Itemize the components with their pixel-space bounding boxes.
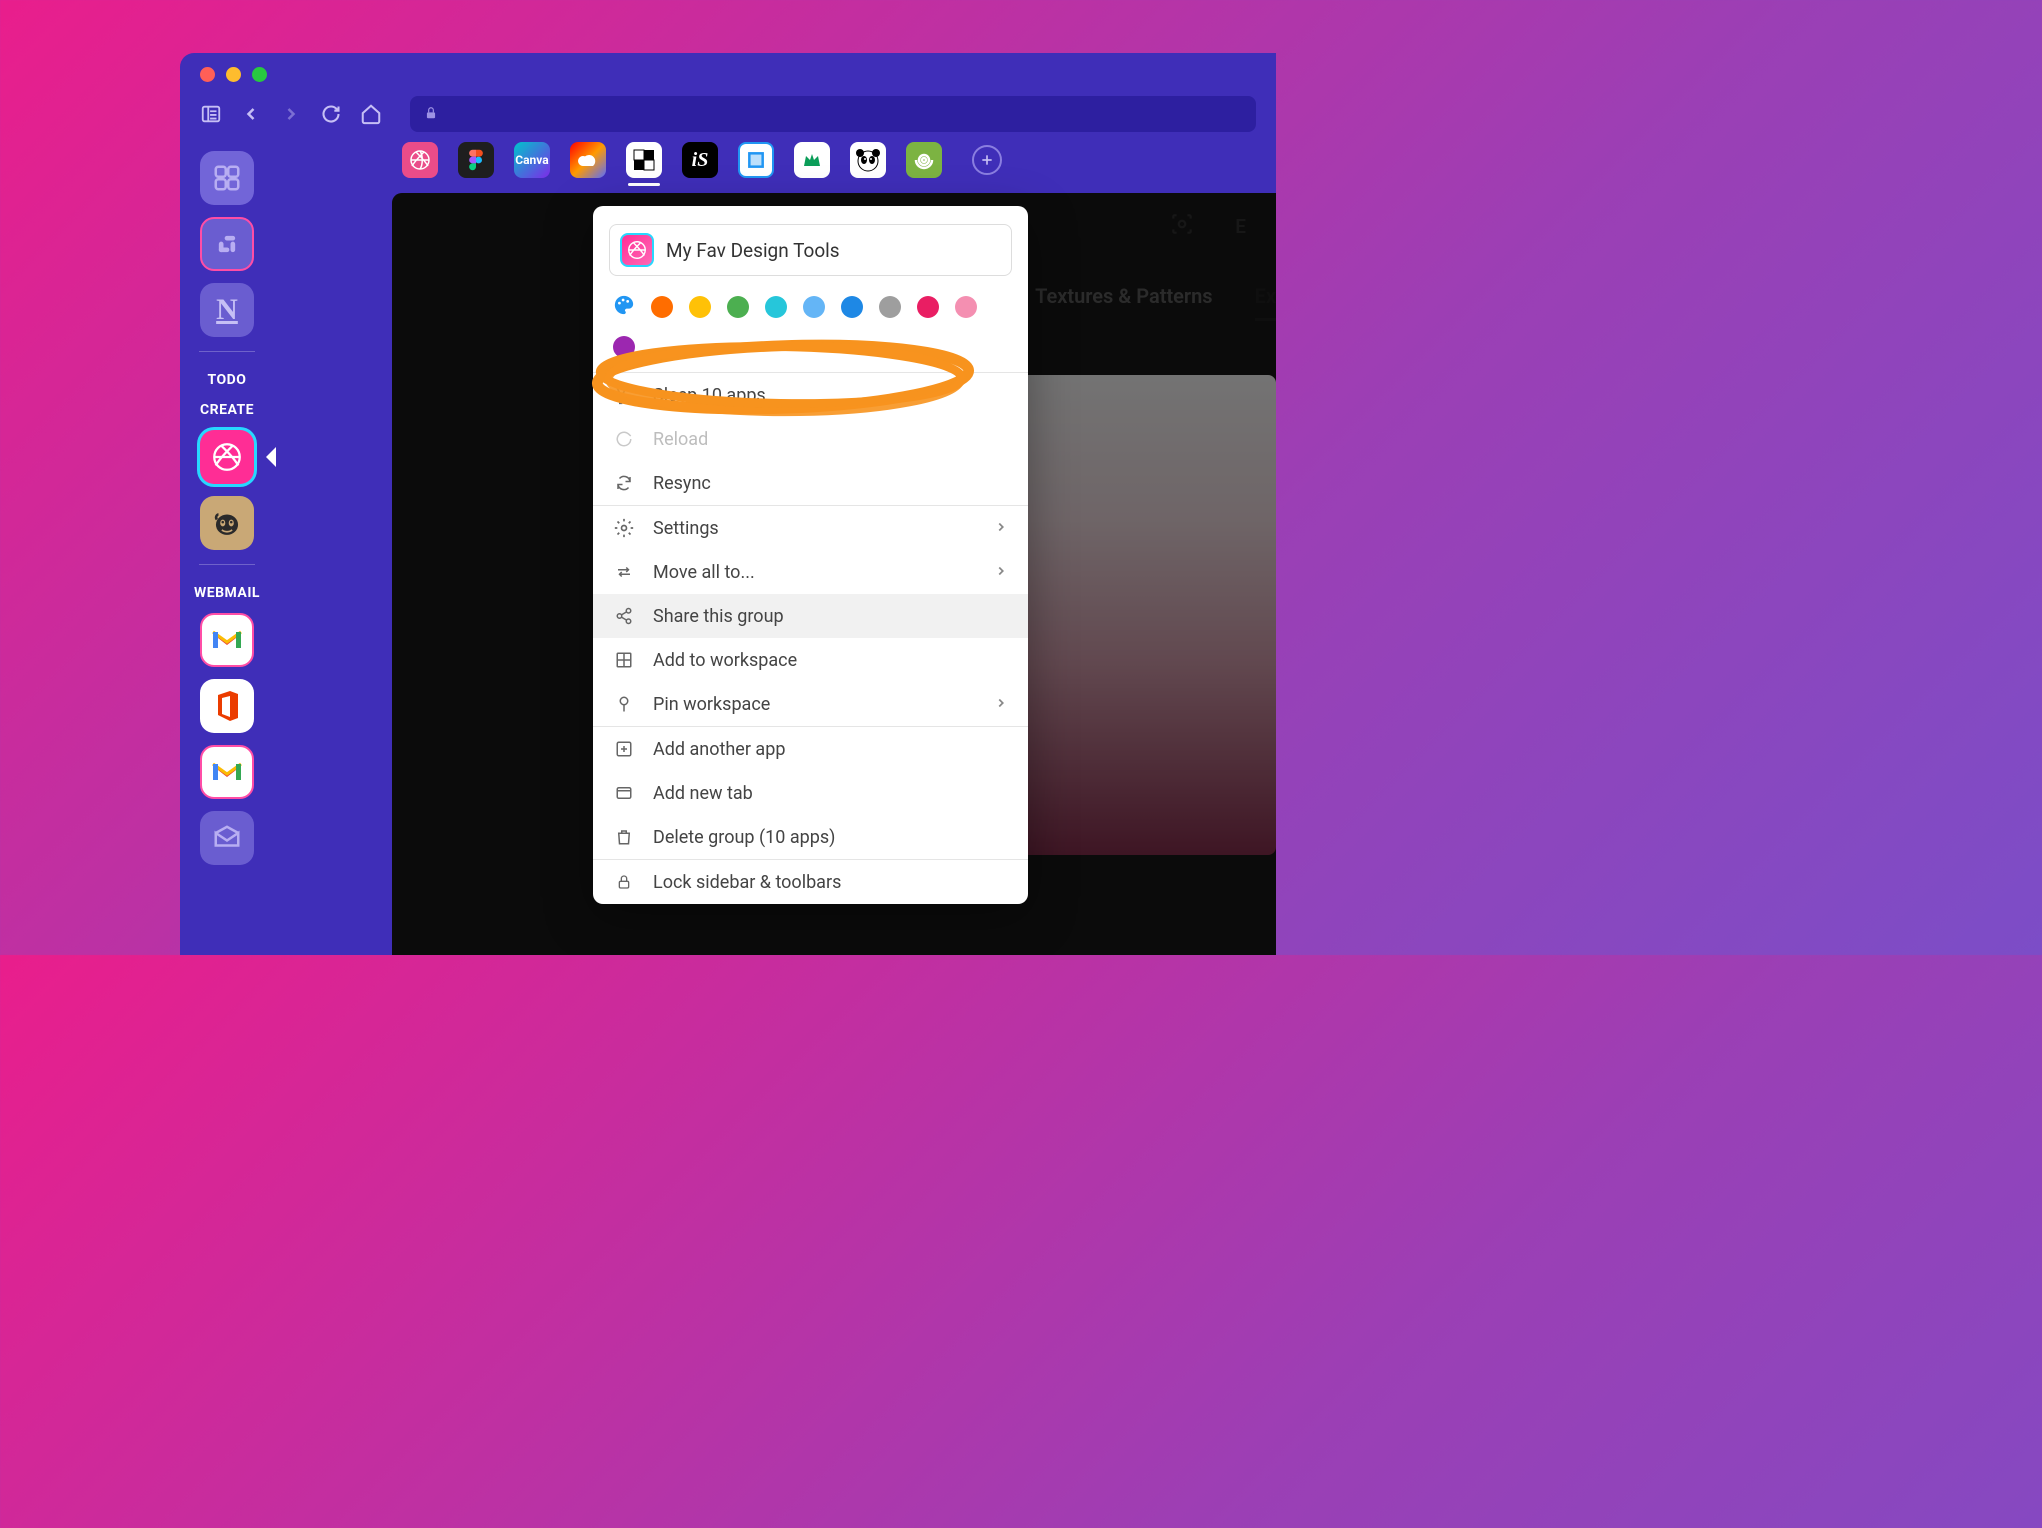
menu-label: Add to workspace [653, 650, 797, 671]
grid-icon [613, 649, 635, 671]
address-bar[interactable] [410, 96, 1256, 132]
menu-delete-group[interactable]: Delete group (10 apps) [593, 815, 1028, 859]
color-picker-row [593, 286, 1028, 372]
menu-label: Settings [653, 518, 719, 539]
close-window-button[interactable] [200, 67, 215, 82]
sidebar-label-webmail: WEBMAIL [194, 585, 260, 601]
color-swatch-teal[interactable] [765, 296, 787, 318]
menu-label: Delete group (10 apps) [653, 827, 835, 848]
color-swatch-gray[interactable] [879, 296, 901, 318]
menu-label: Add another app [653, 739, 785, 760]
menu-label: Lock sidebar & toolbars [653, 872, 841, 893]
tab-strip: Canva iS [180, 142, 1276, 188]
move-icon [613, 561, 635, 583]
menu-reload[interactable]: Reload [593, 417, 1028, 461]
back-icon[interactable] [240, 103, 262, 125]
tab-delicious[interactable] [626, 142, 662, 178]
menu-lock-sidebar[interactable]: Lock sidebar & toolbars [593, 860, 1028, 904]
menu-label: Move all to... [653, 562, 755, 583]
tab-figma[interactable] [458, 142, 494, 178]
sidebar: N TODO CREATE WEBMAIL [186, 145, 268, 955]
color-swatch-pink[interactable] [917, 296, 939, 318]
add-app-icon [613, 738, 635, 760]
tab-icon [613, 782, 635, 804]
sidebar-label-create: CREATE [200, 402, 254, 418]
color-swatch-yellow[interactable] [689, 296, 711, 318]
trash-icon [613, 826, 635, 848]
menu-resync[interactable]: Resync [593, 461, 1028, 505]
menu-label: Reload [653, 429, 708, 450]
toolbar [180, 92, 1276, 142]
sidebar-item-notion[interactable]: N [200, 283, 254, 337]
home-icon[interactable] [360, 103, 382, 125]
sidebar-divider [199, 564, 255, 565]
sidebar-item-office[interactable] [200, 679, 254, 733]
sleep-icon [613, 384, 635, 406]
menu-share-group[interactable]: Share this group [593, 594, 1028, 638]
color-swatch-lightblue[interactable] [803, 296, 825, 318]
minimize-window-button[interactable] [226, 67, 241, 82]
sidebar-divider [199, 351, 255, 352]
resync-icon [613, 472, 635, 494]
menu-label: Pin workspace [653, 694, 770, 715]
forward-icon[interactable] [280, 103, 302, 125]
add-tab-button[interactable] [972, 145, 1002, 175]
maximize-window-button[interactable] [252, 67, 267, 82]
tab-creative-cloud[interactable] [570, 142, 606, 178]
sidebar-toggle-icon[interactable] [200, 103, 222, 125]
lock-icon [424, 105, 438, 124]
tab-app-blue[interactable] [738, 142, 774, 178]
tab-app-spiral[interactable] [906, 142, 942, 178]
tab-dribbble[interactable] [402, 142, 438, 178]
sidebar-item-gmail-2[interactable] [200, 745, 254, 799]
color-swatch-lightpink[interactable] [955, 296, 977, 318]
menu-add-app[interactable]: Add another app [593, 727, 1028, 771]
menu-label: Sleep 10 apps [653, 385, 766, 406]
menu-sleep-apps[interactable]: Sleep 10 apps [593, 373, 1028, 417]
color-swatch-green[interactable] [727, 296, 749, 318]
sidebar-item-dribbble[interactable] [200, 430, 254, 484]
menu-add-workspace[interactable]: Add to workspace [593, 638, 1028, 682]
menu-add-tab[interactable]: Add new tab [593, 771, 1028, 815]
menu-label: Add new tab [653, 783, 753, 804]
gear-icon [613, 517, 635, 539]
menu-settings[interactable]: Settings [593, 506, 1028, 550]
chevron-right-icon [994, 518, 1008, 539]
palette-icon [613, 294, 635, 320]
sidebar-item-mailchimp[interactable] [200, 496, 254, 550]
menu-label: Resync [653, 473, 711, 494]
menu-move-all[interactable]: Move all to... [593, 550, 1028, 594]
sidebar-item-mail[interactable] [200, 811, 254, 865]
chevron-right-icon [994, 694, 1008, 715]
group-context-menu: My Fav Design Tools Sleep 10 apps [593, 206, 1028, 904]
sidebar-item-gmail-1[interactable] [200, 613, 254, 667]
group-name-field[interactable]: My Fav Design Tools [609, 224, 1012, 276]
dribbble-icon [620, 233, 654, 267]
tab-canva[interactable]: Canva [514, 142, 550, 178]
group-title: My Fav Design Tools [666, 239, 840, 262]
pin-icon [613, 693, 635, 715]
menu-pin-workspace[interactable]: Pin workspace [593, 682, 1028, 726]
lock-icon [613, 871, 635, 893]
reload-icon [613, 428, 635, 450]
tab-istock[interactable]: iS [682, 142, 718, 178]
window-controls [180, 53, 1276, 92]
sidebar-label-todo: TODO [208, 372, 247, 388]
color-swatch-purple[interactable] [613, 336, 635, 358]
menu-label: Share this group [653, 606, 784, 627]
share-icon [613, 605, 635, 627]
reload-icon[interactable] [320, 103, 342, 125]
color-swatch-blue[interactable] [841, 296, 863, 318]
chevron-right-icon [994, 562, 1008, 583]
color-swatch-orange[interactable] [651, 296, 673, 318]
browser-window: Canva iS N [180, 53, 1276, 955]
sidebar-item-slack[interactable] [200, 217, 254, 271]
sidebar-item-apps[interactable] [200, 151, 254, 205]
tab-app-panda[interactable] [850, 142, 886, 178]
tab-app-crown[interactable] [794, 142, 830, 178]
